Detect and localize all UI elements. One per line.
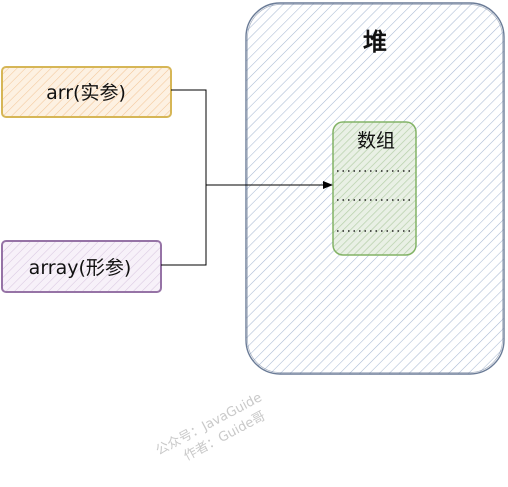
heap-label: 堆 <box>363 28 387 56</box>
actual-param-box: arr(实参) <box>1 66 172 118</box>
watermark: 公众号：JavaGuide 作者：Guide哥 <box>154 390 269 464</box>
actual-param-label: arr(实参) <box>46 82 126 104</box>
formal-param-box: array(形参) <box>1 240 162 293</box>
actual-param-connector <box>171 89 207 185</box>
array-block-label: 数组 <box>357 130 395 152</box>
heap-reference-diagram: 堆 数组 arr(实参) array(形参) 公众号：JavaGuide 作者：… <box>1 2 505 464</box>
array-block: 数组 <box>332 121 417 256</box>
formal-param-label: array(形参) <box>29 257 132 279</box>
formal-param-connector <box>161 185 207 266</box>
